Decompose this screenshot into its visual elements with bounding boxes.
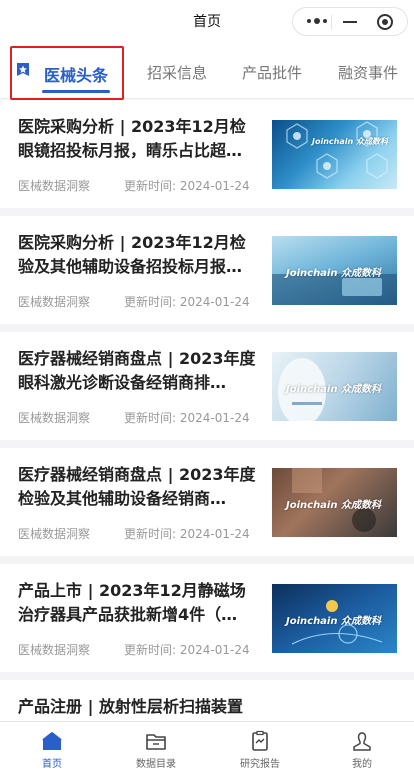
thumbnail-brand: Joinchain 众成数科: [286, 384, 381, 395]
title-bar: 首页: [0, 0, 414, 42]
nav-profile-label: 我的: [352, 759, 372, 770]
article-thumbnail: Joinchain 众成数科: [272, 352, 397, 421]
nav-research-reports[interactable]: 研究报告: [230, 730, 290, 770]
close-circle-icon[interactable]: [377, 14, 393, 30]
article-source: 医械数据洞察: [18, 295, 91, 309]
article-thumbnail: Joinchain 众成数科: [272, 468, 397, 537]
article-source: 医械数据洞察: [18, 411, 91, 425]
nav-research-reports-label: 研究报告: [240, 759, 280, 770]
thumbnail-brand: Joinchain 众成数科: [286, 500, 381, 511]
user-icon: [353, 732, 371, 751]
article-title: 产品上市 | 2023年12月静磁场治疗器具产品获批新增4件（…: [18, 581, 246, 624]
category-tabs: 医械头条 招采信息 产品批件 融资事件: [0, 42, 414, 100]
article-thumbnail: Joinchain 众成数科: [272, 584, 397, 653]
article-source: 医械数据洞察: [18, 527, 91, 541]
article-card[interactable]: 医院采购分析 | 2023年12月检验及其他辅助设备招投标月报… 医械数据洞察 …: [0, 216, 414, 324]
tab-financing-events[interactable]: 融资事件: [338, 62, 398, 83]
article-card[interactable]: 医疗器械经销商盘点 | 2023年度眼科激光诊断设备经销商排… 医械数据洞察 更…: [0, 332, 414, 440]
article-time: 更新时间: 2024-01-24: [124, 527, 250, 541]
tab-industry-news[interactable]: 医械头条: [44, 62, 108, 86]
article-card[interactable]: 医院采购分析 | 2023年12月检眼镜招投标月报，睛乐占比超… 医械数据洞察 …: [0, 100, 414, 208]
miniprogram-capsule: [292, 7, 408, 36]
nav-home-label: 首页: [42, 759, 62, 770]
nav-home[interactable]: 首页: [22, 730, 82, 770]
more-icon[interactable]: [307, 18, 327, 24]
article-time: 更新时间: 2024-01-24: [124, 411, 250, 425]
bottom-navigation: 首页 数据目录 研究报告 我的: [0, 721, 414, 780]
article-time: 更新时间: 2024-01-24: [124, 295, 250, 309]
tab-active-underline: [42, 90, 110, 93]
nav-data-catalog[interactable]: 数据目录: [126, 730, 186, 770]
article-thumbnail: Joinchain 众成数科: [272, 120, 397, 189]
thumbnail-brand: Joinchain 众成数科: [286, 616, 381, 627]
folder-icon: [146, 734, 166, 750]
minimize-icon[interactable]: [343, 21, 357, 23]
article-source: 医械数据洞察: [18, 643, 91, 657]
tab-procurement[interactable]: 招采信息: [147, 62, 207, 83]
home-icon: [42, 732, 62, 750]
thumbnail-brand: Joinchain 众成数科: [312, 137, 388, 146]
capsule-divider: [331, 15, 332, 30]
nav-profile[interactable]: 我的: [332, 730, 392, 770]
star-badge-icon: [17, 63, 29, 76]
article-time: 更新时间: 2024-01-24: [124, 643, 250, 657]
article-title: 医院采购分析 | 2023年12月检验及其他辅助设备招投标月报…: [18, 233, 246, 276]
article-card[interactable]: 产品上市 | 2023年12月静磁场治疗器具产品获批新增4件（… 医械数据洞察 …: [0, 564, 414, 672]
article-thumbnail: Joinchain 众成数科: [272, 236, 397, 305]
article-card[interactable]: 医疗器械经销商盘点 | 2023年度检验及其他辅助设备经销商… 医械数据洞察 更…: [0, 448, 414, 556]
article-time: 更新时间: 2024-01-24: [124, 179, 250, 193]
article-title: 医疗器械经销商盘点 | 2023年度眼科激光诊断设备经销商排…: [18, 349, 256, 392]
tab-product-approvals[interactable]: 产品批件: [242, 62, 302, 83]
report-icon: [252, 730, 268, 751]
article-title: 医院采购分析 | 2023年12月检眼镜招投标月报，睛乐占比超…: [18, 117, 246, 160]
article-title: 产品注册 | 放射性层析扫描装置: [18, 697, 243, 716]
article-source: 医械数据洞察: [18, 179, 91, 193]
nav-data-catalog-label: 数据目录: [136, 759, 176, 770]
article-title: 医疗器械经销商盘点 | 2023年度检验及其他辅助设备经销商…: [18, 465, 256, 508]
thumbnail-brand: Joinchain 众成数科: [286, 268, 381, 279]
